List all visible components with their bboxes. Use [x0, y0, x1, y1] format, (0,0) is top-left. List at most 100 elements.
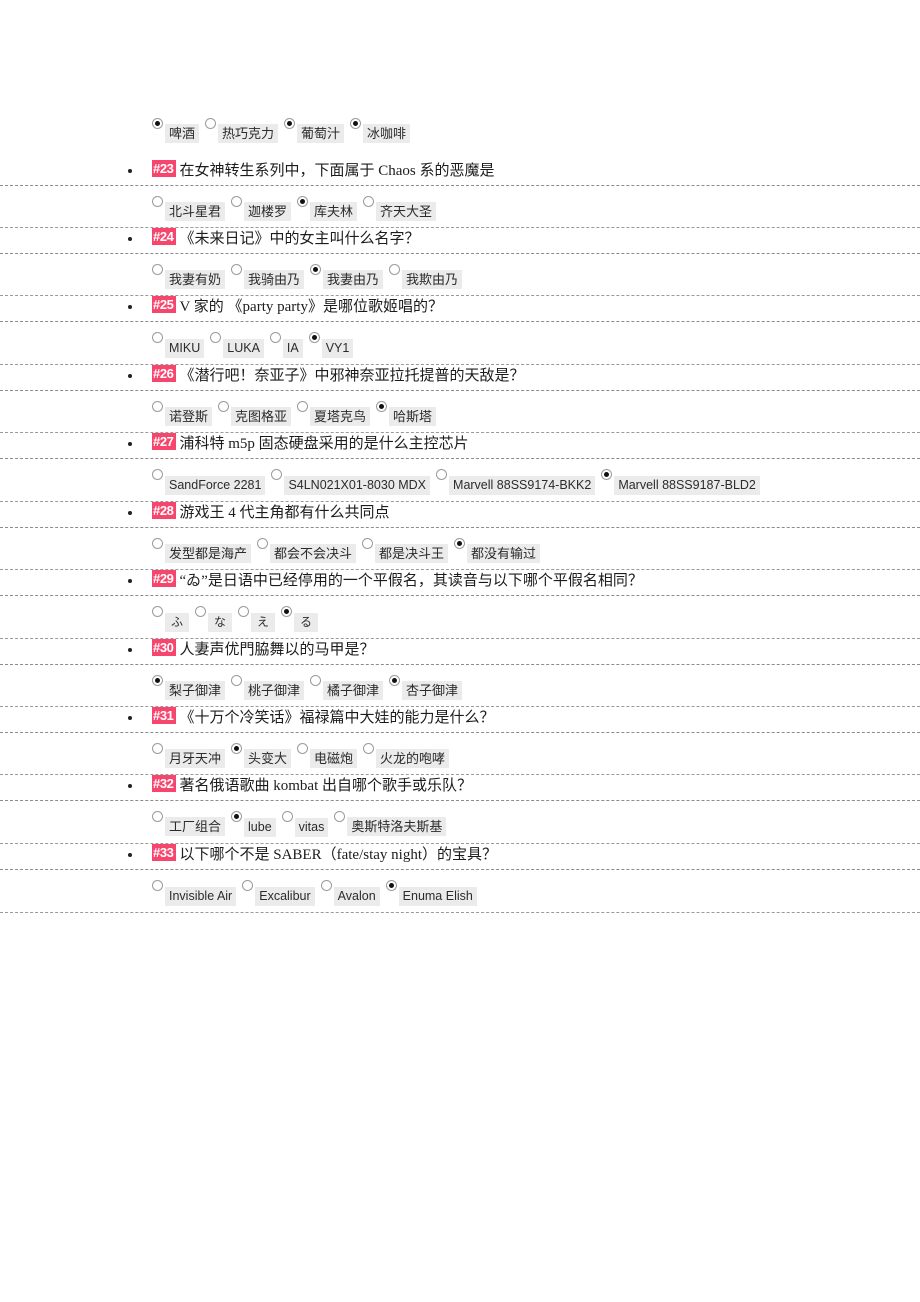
radio-unselected-icon[interactable]: [271, 469, 283, 480]
radio-unselected-icon[interactable]: [205, 118, 217, 129]
radio-unselected-icon[interactable]: [242, 880, 254, 891]
answer-option[interactable]: IA: [269, 332, 309, 358]
answer-option[interactable]: 诺登斯: [152, 401, 218, 426]
answer-option[interactable]: 桃子御津: [231, 675, 310, 700]
answer-option[interactable]: 葡萄汁: [284, 118, 350, 143]
answer-option[interactable]: 橘子御津: [310, 675, 389, 700]
radio-selected-icon[interactable]: [152, 118, 163, 129]
answer-option[interactable]: Marvell 88SS9187-BLD2: [601, 469, 766, 495]
radio-unselected-icon[interactable]: [152, 264, 163, 275]
radio-selected-icon[interactable]: [284, 118, 296, 129]
answer-option[interactable]: な: [195, 606, 238, 632]
answer-option[interactable]: 奥斯特洛夫斯基: [334, 811, 452, 836]
radio-unselected-icon[interactable]: [195, 606, 207, 617]
answer-option[interactable]: S4LN021X01-8030 MDX: [271, 469, 436, 495]
answer-option[interactable]: 发型都是海产: [152, 538, 257, 563]
answer-option[interactable]: 夏塔克鸟: [297, 401, 376, 426]
radio-unselected-icon[interactable]: [362, 538, 374, 549]
radio-selected-icon[interactable]: [231, 743, 243, 754]
radio-selected-icon[interactable]: [385, 880, 397, 891]
list-bullet-icon: [128, 169, 132, 173]
answer-option[interactable]: 杏子御津: [389, 675, 468, 700]
answer-option[interactable]: る: [281, 606, 324, 632]
answer-option[interactable]: MIKU: [152, 332, 210, 358]
radio-unselected-icon[interactable]: [152, 196, 163, 207]
radio-selected-icon[interactable]: [231, 811, 243, 822]
radio-unselected-icon[interactable]: [152, 401, 163, 412]
radio-unselected-icon[interactable]: [238, 606, 250, 617]
radio-unselected-icon[interactable]: [152, 880, 163, 891]
answer-option[interactable]: 梨子御津: [152, 675, 231, 700]
answer-option[interactable]: 都是决斗王: [362, 538, 454, 563]
radio-unselected-icon[interactable]: [152, 469, 163, 480]
radio-unselected-icon[interactable]: [363, 196, 375, 207]
radio-selected-icon[interactable]: [601, 469, 613, 480]
answer-option[interactable]: 啤酒: [152, 118, 205, 143]
answer-option[interactable]: VY1: [308, 332, 360, 358]
radio-unselected-icon[interactable]: [218, 401, 230, 412]
answer-option[interactable]: 克图格亚: [218, 401, 297, 426]
radio-unselected-icon[interactable]: [257, 538, 269, 549]
radio-unselected-icon[interactable]: [152, 811, 163, 822]
answer-option[interactable]: 月牙天冲: [152, 743, 231, 768]
radio-unselected-icon[interactable]: [152, 538, 163, 549]
radio-selected-icon[interactable]: [152, 675, 163, 686]
radio-selected-icon[interactable]: [310, 264, 322, 275]
radio-unselected-icon[interactable]: [231, 264, 243, 275]
answer-option[interactable]: Excalibur: [242, 880, 320, 906]
question-line: #28 游戏王 4 代主角都有什么共同点: [0, 502, 920, 528]
radio-unselected-icon[interactable]: [231, 196, 243, 207]
radio-unselected-icon[interactable]: [281, 811, 293, 822]
radio-selected-icon[interactable]: [389, 675, 401, 686]
radio-unselected-icon[interactable]: [297, 743, 309, 754]
answer-option[interactable]: 冰咖啡: [350, 118, 416, 143]
answer-option[interactable]: 我骑由乃: [231, 264, 310, 289]
answer-option[interactable]: Marvell 88SS9174-BKK2: [436, 469, 601, 495]
answer-option-label: ふ: [165, 613, 190, 632]
question-text: 浦科特 m5p 固态硬盘采用的是什么主控芯片: [179, 436, 469, 452]
radio-unselected-icon[interactable]: [310, 675, 322, 686]
answer-option[interactable]: 我妻由乃: [310, 264, 389, 289]
answer-option[interactable]: 火龙的咆哮: [363, 743, 455, 768]
answer-option[interactable]: 哈斯塔: [376, 401, 442, 426]
answer-option[interactable]: 北斗星君: [152, 196, 231, 221]
answer-option[interactable]: Enuma Elish: [385, 880, 483, 906]
radio-unselected-icon[interactable]: [210, 332, 222, 343]
radio-selected-icon[interactable]: [281, 606, 293, 617]
answer-option[interactable]: 我妻有奶: [152, 264, 231, 289]
answer-option[interactable]: SandForce 2281: [152, 469, 271, 495]
answer-option[interactable]: 工厂组合: [152, 811, 231, 836]
radio-unselected-icon[interactable]: [152, 606, 163, 617]
answer-option[interactable]: 齐天大圣: [363, 196, 442, 221]
answer-option[interactable]: vitas: [281, 811, 335, 837]
radio-selected-icon[interactable]: [454, 538, 466, 549]
answer-option[interactable]: 都会不会决斗: [257, 538, 362, 563]
answer-option[interactable]: え: [238, 606, 281, 632]
answer-option[interactable]: ふ: [152, 606, 195, 632]
radio-unselected-icon[interactable]: [363, 743, 375, 754]
radio-selected-icon[interactable]: [376, 401, 388, 412]
answer-option[interactable]: LUKA: [210, 332, 270, 358]
answer-option[interactable]: 都没有输过: [454, 538, 546, 563]
answer-option[interactable]: 我欺由乃: [389, 264, 468, 289]
radio-unselected-icon[interactable]: [152, 332, 163, 343]
radio-selected-icon[interactable]: [350, 118, 362, 129]
radio-unselected-icon[interactable]: [389, 264, 401, 275]
answer-option[interactable]: Avalon: [320, 880, 386, 906]
radio-unselected-icon[interactable]: [231, 675, 243, 686]
answer-option[interactable]: Invisible Air: [152, 880, 242, 906]
radio-selected-icon[interactable]: [308, 332, 320, 343]
answer-option[interactable]: 头变大: [231, 743, 297, 768]
radio-unselected-icon[interactable]: [334, 811, 346, 822]
answer-option[interactable]: 热巧克力: [205, 118, 284, 143]
radio-unselected-icon[interactable]: [320, 880, 332, 891]
answer-option[interactable]: 电磁炮: [297, 743, 363, 768]
radio-selected-icon[interactable]: [297, 196, 309, 207]
radio-unselected-icon[interactable]: [436, 469, 448, 480]
answer-option[interactable]: 迦楼罗: [231, 196, 297, 221]
radio-unselected-icon[interactable]: [152, 743, 163, 754]
radio-unselected-icon[interactable]: [269, 332, 281, 343]
answer-option[interactable]: 库夫林: [297, 196, 363, 221]
radio-unselected-icon[interactable]: [297, 401, 309, 412]
answer-option[interactable]: lube: [231, 811, 282, 837]
